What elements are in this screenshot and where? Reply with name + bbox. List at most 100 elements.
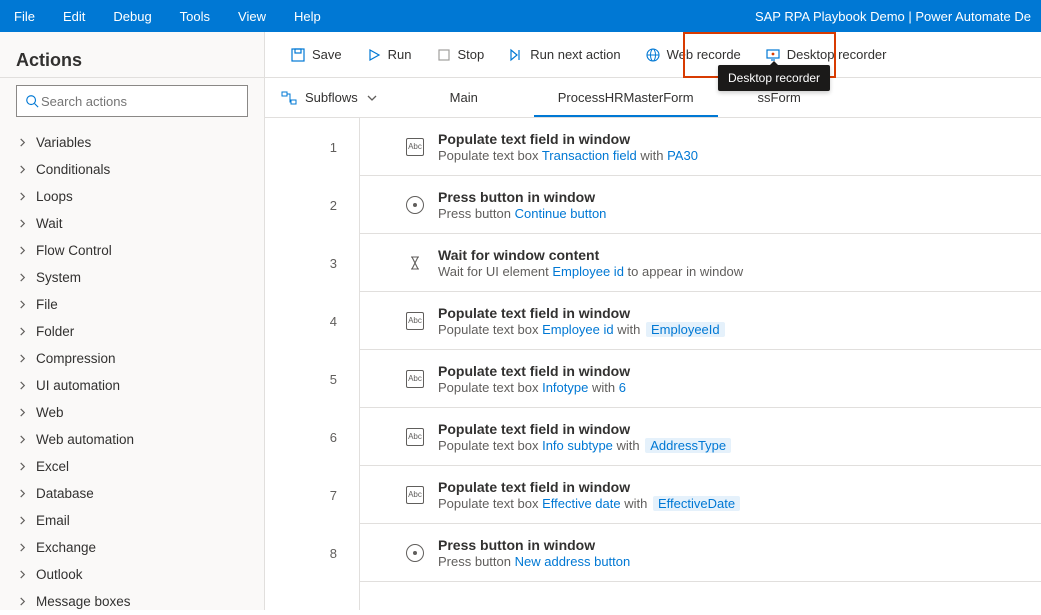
category-conditionals[interactable]: Conditionals	[0, 156, 264, 183]
chevron-down-icon	[366, 92, 378, 104]
workspace: 12345678 AbcPopulate text field in windo…	[265, 118, 1041, 610]
ui-element-link[interactable]: Employee id	[552, 264, 624, 279]
chevron-right-icon	[18, 246, 28, 255]
menu-view[interactable]: View	[224, 0, 280, 32]
step-row[interactable]: Press button in windowPress button Conti…	[360, 176, 1041, 234]
subflows-icon	[281, 90, 297, 106]
subflows-button[interactable]: Subflows	[265, 78, 394, 117]
subflows-label: Subflows	[305, 90, 358, 105]
menu-help[interactable]: Help	[280, 0, 335, 32]
stop-icon	[436, 47, 452, 63]
chevron-right-icon	[18, 381, 28, 390]
category-variables[interactable]: Variables	[0, 129, 264, 156]
save-label: Save	[312, 47, 342, 62]
search-icon	[25, 94, 39, 108]
step-row[interactable]: Wait for window contentWait for UI eleme…	[360, 234, 1041, 292]
category-ui-automation[interactable]: UI automation	[0, 372, 264, 399]
play-icon	[366, 47, 382, 63]
category-compression[interactable]: Compression	[0, 345, 264, 372]
variable-pill[interactable]: EffectiveDate	[653, 496, 740, 511]
step-description: Wait for UI element Employee id to appea…	[438, 264, 743, 279]
step-number: 1	[265, 118, 359, 176]
textfield-icon: Abc	[406, 312, 424, 330]
category-loops[interactable]: Loops	[0, 183, 264, 210]
ui-element-link[interactable]: Info subtype	[542, 438, 613, 453]
step-title: Wait for window content	[438, 247, 743, 263]
category-system[interactable]: System	[0, 264, 264, 291]
app-title: SAP RPA Playbook Demo | Power Automate D…	[745, 9, 1041, 24]
ui-element-link[interactable]: Infotype	[542, 380, 588, 395]
textfield-icon: Abc	[406, 486, 424, 504]
step-row[interactable]: AbcPopulate text field in windowPopulate…	[360, 408, 1041, 466]
menu-file[interactable]: File	[0, 0, 49, 32]
category-exchange[interactable]: Exchange	[0, 534, 264, 561]
step-title: Populate text field in window	[438, 363, 630, 379]
run-next-button[interactable]: Run next action	[496, 32, 632, 78]
category-wait[interactable]: Wait	[0, 210, 264, 237]
search-actions-box[interactable]	[16, 85, 248, 117]
step-number: 3	[265, 234, 359, 292]
tabs-row: Subflows MainProcessHRMasterFormssForm	[265, 78, 1041, 118]
value-link[interactable]: 6	[619, 380, 626, 395]
run-label: Run	[388, 47, 412, 62]
step-description: Populate text box Infotype with 6	[438, 380, 630, 395]
menu-debug[interactable]: Debug	[99, 0, 165, 32]
step-row[interactable]: AbcPopulate text field in windowPopulate…	[360, 350, 1041, 408]
chevron-right-icon	[18, 516, 28, 525]
ui-element-link[interactable]: Effective date	[542, 496, 621, 511]
step-row[interactable]: AbcPopulate text field in windowPopulate…	[360, 292, 1041, 350]
category-outlook[interactable]: Outlook	[0, 561, 264, 588]
menu-edit[interactable]: Edit	[49, 0, 99, 32]
chevron-right-icon	[18, 165, 28, 174]
category-excel[interactable]: Excel	[0, 453, 264, 480]
web-recorder-label: Web recorde	[667, 47, 741, 62]
category-web-automation[interactable]: Web automation	[0, 426, 264, 453]
save-button[interactable]: Save	[278, 32, 354, 78]
step-title: Populate text field in window	[438, 131, 698, 147]
category-web[interactable]: Web	[0, 399, 264, 426]
save-icon	[290, 47, 306, 63]
step-number: 2	[265, 176, 359, 234]
textfield-icon: Abc	[406, 138, 424, 156]
search-input[interactable]	[39, 93, 239, 110]
chevron-right-icon	[18, 300, 28, 309]
category-database[interactable]: Database	[0, 480, 264, 507]
run-button[interactable]: Run	[354, 32, 424, 78]
category-message-boxes[interactable]: Message boxes	[0, 588, 264, 615]
ui-element-link[interactable]: New address button	[515, 554, 631, 569]
variable-pill[interactable]: EmployeeId	[646, 322, 725, 337]
ui-element-link[interactable]: Continue button	[515, 206, 607, 221]
category-flow-control[interactable]: Flow Control	[0, 237, 264, 264]
step-row[interactable]: AbcPopulate text field in windowPopulate…	[360, 466, 1041, 524]
step-title: Press button in window	[438, 189, 606, 205]
step-row[interactable]: Press button in windowPress button New a…	[360, 524, 1041, 582]
category-folder[interactable]: Folder	[0, 318, 264, 345]
step-number: 8	[265, 524, 359, 582]
button-icon	[406, 196, 424, 214]
value-link[interactable]: PA30	[667, 148, 698, 163]
step-row[interactable]: AbcPopulate text field in windowPopulate…	[360, 118, 1041, 176]
step-number: 7	[265, 466, 359, 524]
ui-element-link[interactable]: Transaction field	[542, 148, 637, 163]
step-gutter: 12345678	[265, 118, 360, 610]
stop-button[interactable]: Stop	[424, 32, 497, 78]
step-number: 5	[265, 350, 359, 408]
button-icon	[406, 544, 424, 562]
step-title: Populate text field in window	[438, 305, 725, 321]
ui-element-link[interactable]: Employee id	[542, 322, 614, 337]
chevron-right-icon	[18, 408, 28, 417]
tab-processhrmasterform[interactable]: ProcessHRMasterForm	[534, 78, 718, 117]
chevron-right-icon	[18, 435, 28, 444]
variable-pill[interactable]: AddressType	[645, 438, 731, 453]
step-number: 4	[265, 292, 359, 350]
chevron-right-icon	[18, 570, 28, 579]
run-next-icon	[508, 47, 524, 63]
tab-ssform[interactable]: ssForm	[718, 78, 825, 117]
tab-main[interactable]: Main	[394, 78, 534, 117]
desktop-recorder-label: Desktop recorder	[787, 47, 887, 62]
textfield-icon: Abc	[406, 428, 424, 446]
stop-label: Stop	[458, 47, 485, 62]
menu-tools[interactable]: Tools	[166, 0, 224, 32]
category-email[interactable]: Email	[0, 507, 264, 534]
category-file[interactable]: File	[0, 291, 264, 318]
